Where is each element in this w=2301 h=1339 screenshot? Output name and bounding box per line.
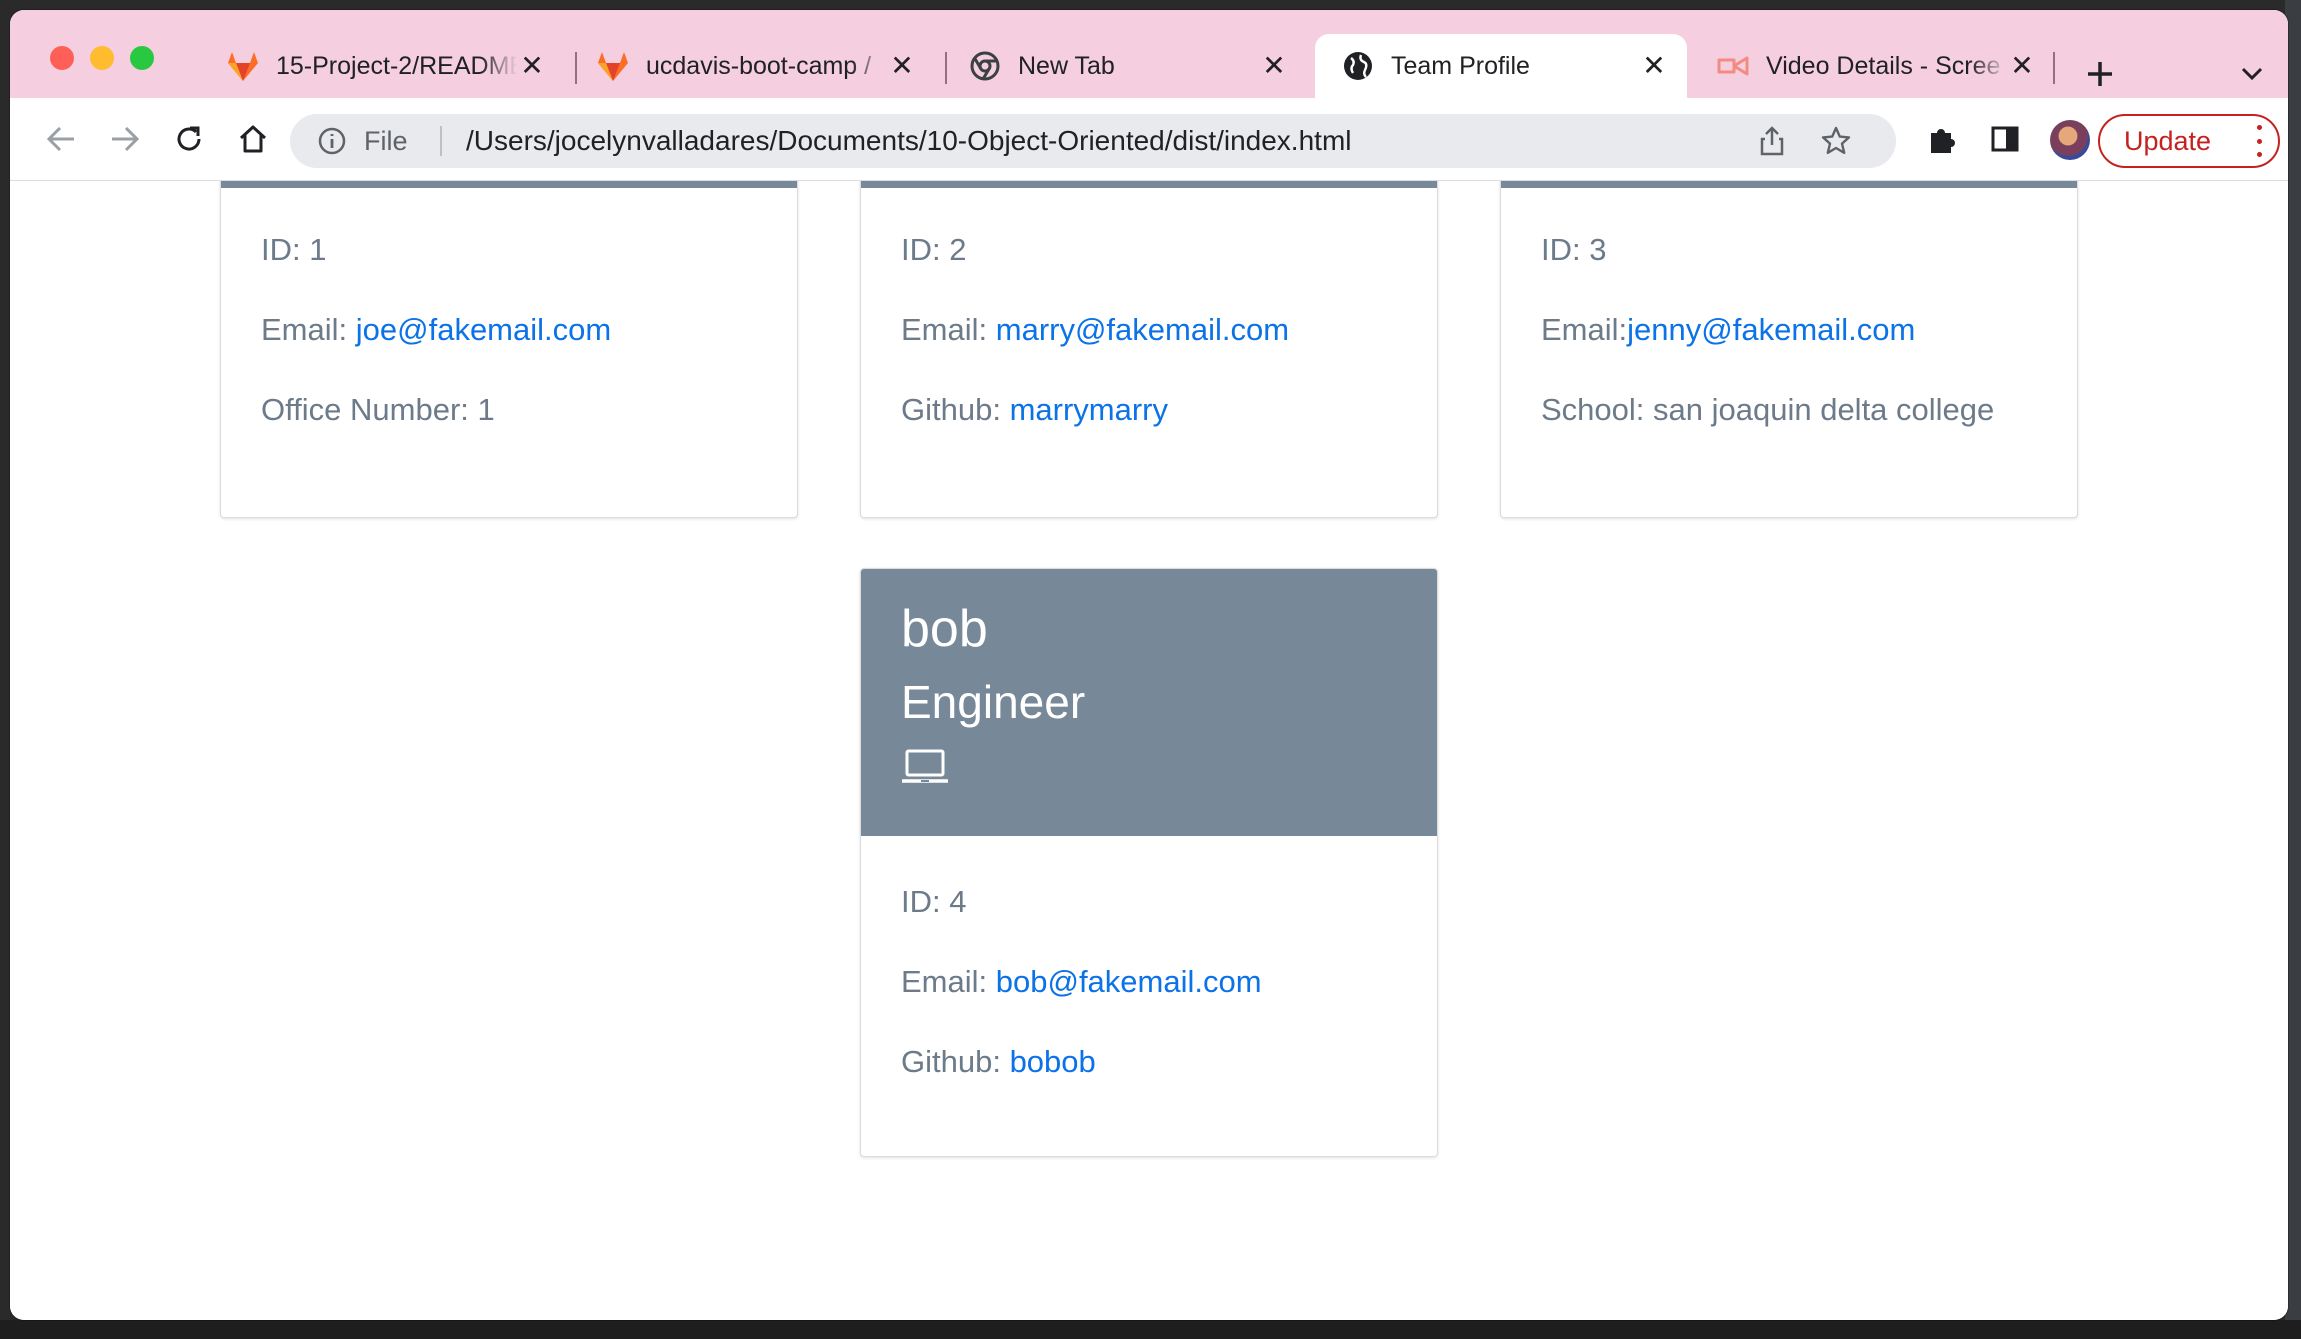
employee-card-engineer: ID: 2 Email: marry@fakemail.com Github: … bbox=[860, 181, 1438, 518]
employee-card-intern: ID: 3 Email:jenny@fakemail.com School: s… bbox=[1500, 181, 2078, 518]
employee-id: ID: 2 bbox=[901, 232, 967, 267]
puzzle-icon bbox=[1931, 129, 1955, 153]
email-link[interactable]: marry@fakemail.com bbox=[996, 312, 1289, 347]
close-icon[interactable]: ✕ bbox=[1639, 51, 1669, 81]
tab-title: Video Details - Scree bbox=[1766, 51, 2001, 80]
profile-avatar[interactable] bbox=[2050, 120, 2090, 160]
close-icon[interactable]: ✕ bbox=[2007, 51, 2037, 81]
forward-button[interactable] bbox=[102, 116, 148, 162]
info-icon[interactable] bbox=[318, 127, 346, 155]
card-header bbox=[1501, 181, 2077, 188]
terminal-background bbox=[0, 1320, 2301, 1339]
card-header bbox=[221, 181, 797, 188]
more-menu-icon[interactable] bbox=[2256, 125, 2262, 157]
back-button[interactable] bbox=[38, 116, 84, 162]
tab-team-profile[interactable]: Team Profile ✕ bbox=[1315, 34, 1687, 98]
side-panel-button[interactable] bbox=[1982, 116, 2028, 162]
employee-role: Engineer bbox=[901, 676, 1086, 728]
close-icon[interactable]: ✕ bbox=[887, 51, 917, 81]
new-tab-button[interactable] bbox=[2080, 54, 2120, 94]
laptop-icon bbox=[902, 749, 948, 783]
employee-id: ID: 4 bbox=[901, 884, 967, 919]
update-label: Update bbox=[2124, 125, 2212, 156]
arrow-right-icon bbox=[112, 126, 140, 152]
window-maximize-button[interactable] bbox=[130, 46, 154, 70]
employee-card-engineer-bob: bob Engineer ID: 4 Email: bob@fakemail.c… bbox=[860, 568, 1438, 1157]
page-content: ID: 1 Email: joe@fakemail.com Office Num… bbox=[10, 181, 2288, 1320]
employee-id: ID: 3 bbox=[1541, 232, 1607, 267]
employee-email-row: Email: joe@fakemail.com bbox=[261, 312, 611, 348]
github-label: Github: bbox=[901, 1044, 1010, 1079]
browser-window: 15-Project-2/README ✕ ucdavis-boot-camp … bbox=[10, 10, 2288, 1320]
chrome-icon bbox=[968, 49, 1002, 83]
github-link[interactable]: bobob bbox=[1010, 1044, 1096, 1079]
tab-title: New Tab bbox=[1018, 51, 1115, 80]
tab-title: Team Profile bbox=[1391, 51, 1530, 80]
email-label: Email: bbox=[261, 312, 356, 347]
browser-toolbar: File /Users/jocelynvalladares/Documents/… bbox=[10, 98, 2288, 181]
close-icon[interactable]: ✕ bbox=[1259, 51, 1289, 81]
address-separator bbox=[440, 126, 442, 156]
github-row: Github: bobob bbox=[901, 1044, 1397, 1080]
reload-button[interactable] bbox=[166, 116, 212, 162]
employee-email-row: Email:jenny@fakemail.com bbox=[1541, 312, 1915, 348]
employee-name: bob bbox=[901, 600, 988, 658]
video-icon bbox=[1716, 49, 1750, 83]
card-header bbox=[861, 181, 1437, 188]
tab-readme[interactable]: 15-Project-2/README ✕ bbox=[200, 34, 565, 98]
email-link[interactable]: jenny@fakemail.com bbox=[1627, 312, 1915, 347]
side-panel-icon bbox=[1991, 126, 2019, 152]
update-button[interactable]: Update bbox=[2098, 114, 2280, 168]
globe-icon bbox=[1341, 49, 1375, 83]
employee-card-manager: ID: 1 Email: joe@fakemail.com Office Num… bbox=[220, 181, 798, 518]
tab-search-button[interactable] bbox=[2236, 58, 2268, 90]
email-link[interactable]: bob@fakemail.com bbox=[996, 964, 1262, 999]
scheme-label: File bbox=[364, 126, 408, 156]
email-label: Email: bbox=[901, 964, 996, 999]
email-label: Email: bbox=[901, 312, 996, 347]
employee-email-row: Email: marry@fakemail.com bbox=[901, 312, 1289, 348]
reload-icon bbox=[177, 126, 201, 151]
github-link[interactable]: marrymarry bbox=[1010, 392, 1168, 427]
email-label: Email: bbox=[1541, 312, 1628, 347]
gitlab-icon bbox=[226, 49, 260, 83]
tab-new-tab[interactable]: New Tab ✕ bbox=[942, 34, 1307, 98]
tab-bootcamp[interactable]: ucdavis-boot-camp / ✕ bbox=[570, 34, 935, 98]
office-number: Office Number: 1 bbox=[261, 392, 495, 427]
chevron-down-icon bbox=[2241, 67, 2263, 81]
tab-separator bbox=[2053, 52, 2055, 84]
window-minimize-button[interactable] bbox=[90, 46, 114, 70]
tab-title: 15-Project-2/README bbox=[276, 51, 517, 80]
github-row: Github: marrymarry bbox=[901, 392, 1168, 428]
email-link[interactable]: joe@fakemail.com bbox=[356, 312, 611, 347]
arrow-left-icon bbox=[46, 126, 74, 152]
card-header: bob Engineer bbox=[861, 569, 1437, 836]
home-icon bbox=[239, 125, 267, 153]
extensions-button[interactable] bbox=[1920, 116, 1966, 162]
home-button[interactable] bbox=[230, 116, 276, 162]
employee-id: ID: 1 bbox=[261, 232, 327, 267]
tab-title: ucdavis-boot-camp / bbox=[646, 51, 872, 80]
share-icon[interactable] bbox=[1756, 125, 1788, 157]
plus-icon bbox=[2088, 62, 2112, 86]
card-body: ID: 4 Email: bob@fakemail.com Github: bo… bbox=[861, 836, 1437, 1080]
close-icon[interactable]: ✕ bbox=[517, 51, 547, 81]
bookmark-star-icon[interactable] bbox=[1820, 125, 1852, 157]
tab-strip: 15-Project-2/README ✕ ucdavis-boot-camp … bbox=[10, 10, 2288, 98]
gitlab-icon bbox=[596, 49, 630, 83]
window-close-button[interactable] bbox=[50, 46, 74, 70]
employee-email-row: Email: bob@fakemail.com bbox=[901, 964, 1397, 1000]
address-bar[interactable]: File /Users/jocelynvalladares/Documents/… bbox=[290, 114, 1896, 168]
tab-video-details[interactable]: Video Details - Scree ✕ bbox=[1690, 34, 2055, 98]
url-text[interactable]: /Users/jocelynvalladares/Documents/10-Ob… bbox=[466, 125, 1352, 157]
github-label: Github: bbox=[901, 392, 1010, 427]
school-row: School: san joaquin delta college bbox=[1541, 392, 1995, 427]
